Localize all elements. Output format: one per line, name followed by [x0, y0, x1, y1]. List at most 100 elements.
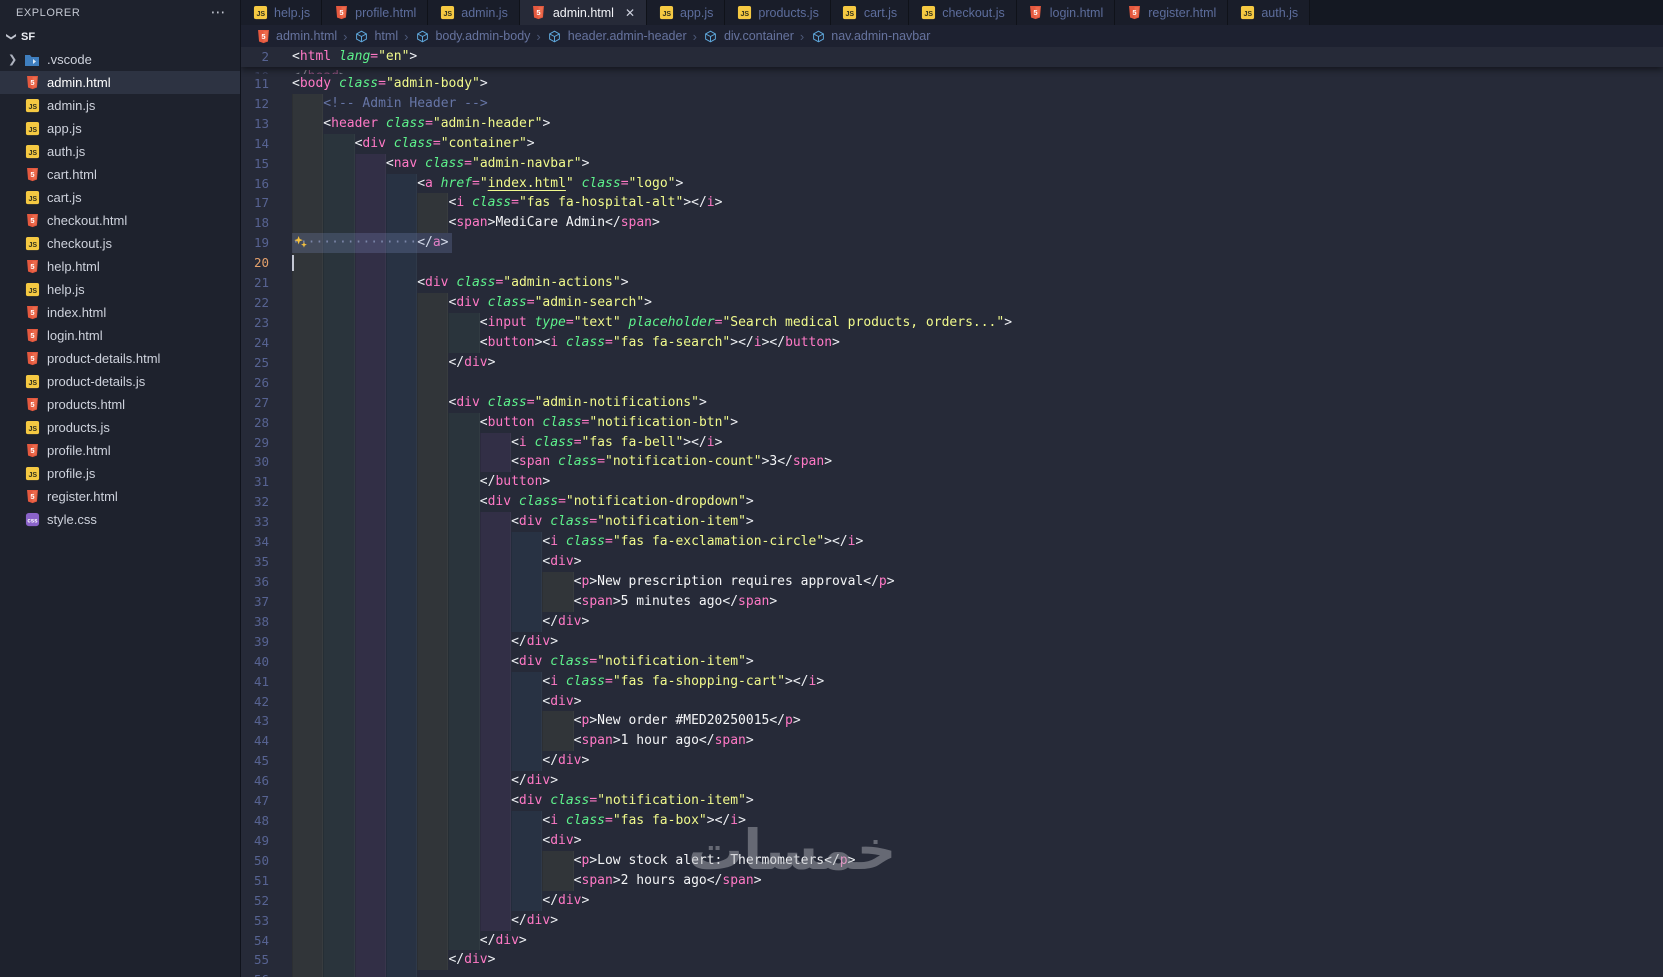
code-line-48[interactable]: 48 <i class="fas fa-box"></i>: [241, 811, 1663, 831]
code-line-13[interactable]: 13 <header class="admin-header">: [241, 113, 1663, 134]
code-line-27[interactable]: 27 <div class="admin-notifications">: [241, 392, 1663, 413]
sidebar-item-login.html[interactable]: 5 login.html: [0, 324, 240, 347]
code-line-24[interactable]: 24 <button><i class="fas fa-search"></i><…: [241, 332, 1663, 353]
explorer-more-actions-icon[interactable]: ⋯: [210, 5, 226, 20]
code-line-19[interactable]: 19 </a> ················: [241, 233, 1663, 254]
code-line-21[interactable]: 21 <div class="admin-actions">: [241, 273, 1663, 294]
tab-admin.html[interactable]: 5 admin.html ✕: [519, 0, 648, 25]
code-line-42[interactable]: 42 <div>: [241, 691, 1663, 712]
code-line-41[interactable]: 41 <i class="fas fa-shopping-cart"></i>: [241, 671, 1663, 692]
indent-guide: [479, 870, 512, 891]
indent-guide: [354, 651, 386, 672]
breadcrumb-item-admin.html[interactable]: 5 admin.html: [255, 28, 337, 44]
code-line-14[interactable]: 14 <div class="container">: [241, 133, 1663, 154]
code-line-52[interactable]: 52 </div>: [241, 890, 1663, 911]
html-file-icon: 5: [255, 28, 271, 44]
code-line-25[interactable]: 25 </div>: [241, 352, 1663, 373]
code-line-40[interactable]: 40 <div class="notification-item">: [241, 651, 1663, 672]
tab-products.js[interactable]: JS products.js: [725, 0, 831, 25]
tab-profile.html[interactable]: 5 profile.html: [322, 0, 429, 25]
sidebar-item-.vscode[interactable]: ❯ .vscode: [0, 48, 240, 71]
code-line-31[interactable]: 31 </button>: [241, 472, 1663, 493]
code-line-22[interactable]: 22 <div class="admin-search">: [241, 293, 1663, 313]
code-line-49[interactable]: 49 <div>: [241, 830, 1663, 851]
code-line-10[interactable]: 10</head>: [241, 67, 1663, 74]
code-line-17[interactable]: 17 <i class="fas fa-hospital-alt"></i>: [241, 193, 1663, 214]
sidebar-item-checkout.html[interactable]: 5 checkout.html: [0, 209, 240, 232]
tab-app.js[interactable]: JS app.js: [647, 0, 726, 25]
sidebar-item-index.html[interactable]: 5 index.html: [0, 301, 240, 324]
breadcrumb-item-html[interactable]: html: [353, 28, 398, 44]
code-line-44[interactable]: 44 <span>1 hour ago</span>: [241, 731, 1663, 752]
code-line-18[interactable]: 18 <span>MediCare Admin</span>: [241, 213, 1663, 234]
code-line-39[interactable]: 39 </div>: [241, 631, 1663, 652]
line-number: 47: [253, 793, 269, 809]
code-line-36[interactable]: 36 <p>New prescription requires approval<…: [241, 571, 1663, 592]
tab-auth.js[interactable]: JS auth.js: [1228, 0, 1311, 25]
code-line-55[interactable]: 55 </div>: [241, 950, 1663, 971]
sidebar-item-product-details.js[interactable]: JS product-details.js: [0, 370, 240, 393]
breadcrumb-item-body.admin-body[interactable]: body.admin-body: [414, 28, 530, 44]
code-line-30[interactable]: 30 <span class="notification-count">3</sp…: [241, 452, 1663, 473]
sidebar-item-checkout.js[interactable]: JS checkout.js: [0, 232, 240, 255]
sidebar-item-admin.html[interactable]: 5 admin.html: [0, 71, 240, 94]
sidebar-item-profile.html[interactable]: 5 profile.html: [0, 439, 240, 462]
code-line-46[interactable]: 46 </div>: [241, 771, 1663, 792]
tab-login.html[interactable]: 5 login.html: [1016, 0, 1116, 25]
sidebar-item-product-details.html[interactable]: 5 product-details.html: [0, 347, 240, 370]
sidebar-item-app.js[interactable]: JS app.js: [0, 117, 240, 140]
code-line-54[interactable]: 54 </div>: [241, 930, 1663, 951]
code-line-38[interactable]: 38 </div>: [241, 611, 1663, 632]
sidebar-item-products.html[interactable]: 5 products.html: [0, 393, 240, 416]
tab-admin.js[interactable]: JS admin.js: [428, 0, 520, 25]
code-line-16[interactable]: 16 <a href="index.html" class="logo">: [241, 173, 1663, 194]
tab-checkout.js[interactable]: JS checkout.js: [909, 0, 1017, 25]
code-line-53[interactable]: 53 </div>: [241, 910, 1663, 931]
code-line-45[interactable]: 45 </div>: [241, 751, 1663, 772]
code-line-29[interactable]: 29 <i class="fas fa-bell"></i>: [241, 432, 1663, 453]
line-number: 18: [253, 215, 269, 231]
workspace-section-header[interactable]: ❯ SF: [0, 26, 240, 48]
sidebar-item-register.html[interactable]: 5 register.html: [0, 485, 240, 508]
sidebar-item-help.js[interactable]: JS help.js: [0, 278, 240, 301]
code-line-20[interactable]: 20: [241, 253, 1663, 274]
sidebar-item-cart.js[interactable]: JS cart.js: [0, 186, 240, 209]
code-line-23[interactable]: 23 <input type="text" placeholder="Search…: [241, 312, 1663, 333]
sidebar-item-help.html[interactable]: 5 help.html: [0, 255, 240, 278]
code-line-34[interactable]: 34 <i class="fas fa-exclamation-circle"><…: [241, 532, 1663, 553]
indent-guide: [448, 771, 480, 792]
line-number: 31: [253, 474, 269, 490]
code-line-50[interactable]: 50 <p>Low stock alert: Thermometers</p>: [241, 850, 1663, 871]
tab-cart.js[interactable]: JS cart.js: [830, 0, 910, 25]
sidebar-item-auth.js[interactable]: JS auth.js: [0, 140, 240, 163]
copilot-sparkle-icon[interactable]: [293, 235, 308, 257]
sidebar-item-cart.html[interactable]: 5 cart.html: [0, 163, 240, 186]
tab-help.js[interactable]: JS help.js: [241, 0, 323, 25]
indent-guide: [448, 930, 480, 951]
code-editor[interactable]: 2<html lang="en">10</head>11<body class=…: [241, 47, 1663, 977]
close-icon[interactable]: ✕: [625, 6, 635, 20]
breadcrumb-item-nav.admin-navbar[interactable]: nav.admin-navbar: [810, 28, 930, 44]
indent-guide: [354, 412, 386, 433]
code-line-33[interactable]: 33 <div class="notification-item">: [241, 512, 1663, 533]
code-line-43[interactable]: 43 <p>New order #MED20250015</p>: [241, 711, 1663, 732]
indent-guide: [354, 552, 386, 572]
sidebar-item-products.js[interactable]: JS products.js: [0, 416, 240, 439]
code-line-28[interactable]: 28 <button class="notification-btn">: [241, 412, 1663, 433]
sidebar-item-profile.js[interactable]: JS profile.js: [0, 462, 240, 485]
code-line-12[interactable]: 12 <!-- Admin Header -->: [241, 93, 1663, 114]
code-line-26[interactable]: 26: [241, 372, 1663, 393]
code-line-35[interactable]: 35 <div>: [241, 552, 1663, 572]
code-line-32[interactable]: 32 <div class="notification-dropdown">: [241, 492, 1663, 513]
tab-register.html[interactable]: 5 register.html: [1115, 0, 1229, 25]
breadcrumb-item-div.container[interactable]: div.container: [703, 28, 794, 44]
sidebar-item-style.css[interactable]: css style.css: [0, 508, 240, 531]
code-line-15[interactable]: 15 <nav class="admin-navbar">: [241, 153, 1663, 174]
code-line-51[interactable]: 51 <span>2 hours ago</span>: [241, 870, 1663, 891]
code-line-56[interactable]: 56: [241, 970, 1663, 977]
code-line-11[interactable]: 11 <body class="admin-body">: [241, 74, 1663, 94]
code-line-47[interactable]: 47 <div class="notification-item">: [241, 791, 1663, 812]
code-line-37[interactable]: 37 <span>5 minutes ago</span>: [241, 591, 1663, 612]
sidebar-item-admin.js[interactable]: JS admin.js: [0, 94, 240, 117]
breadcrumb-item-header.admin-header[interactable]: header.admin-header: [547, 28, 687, 44]
